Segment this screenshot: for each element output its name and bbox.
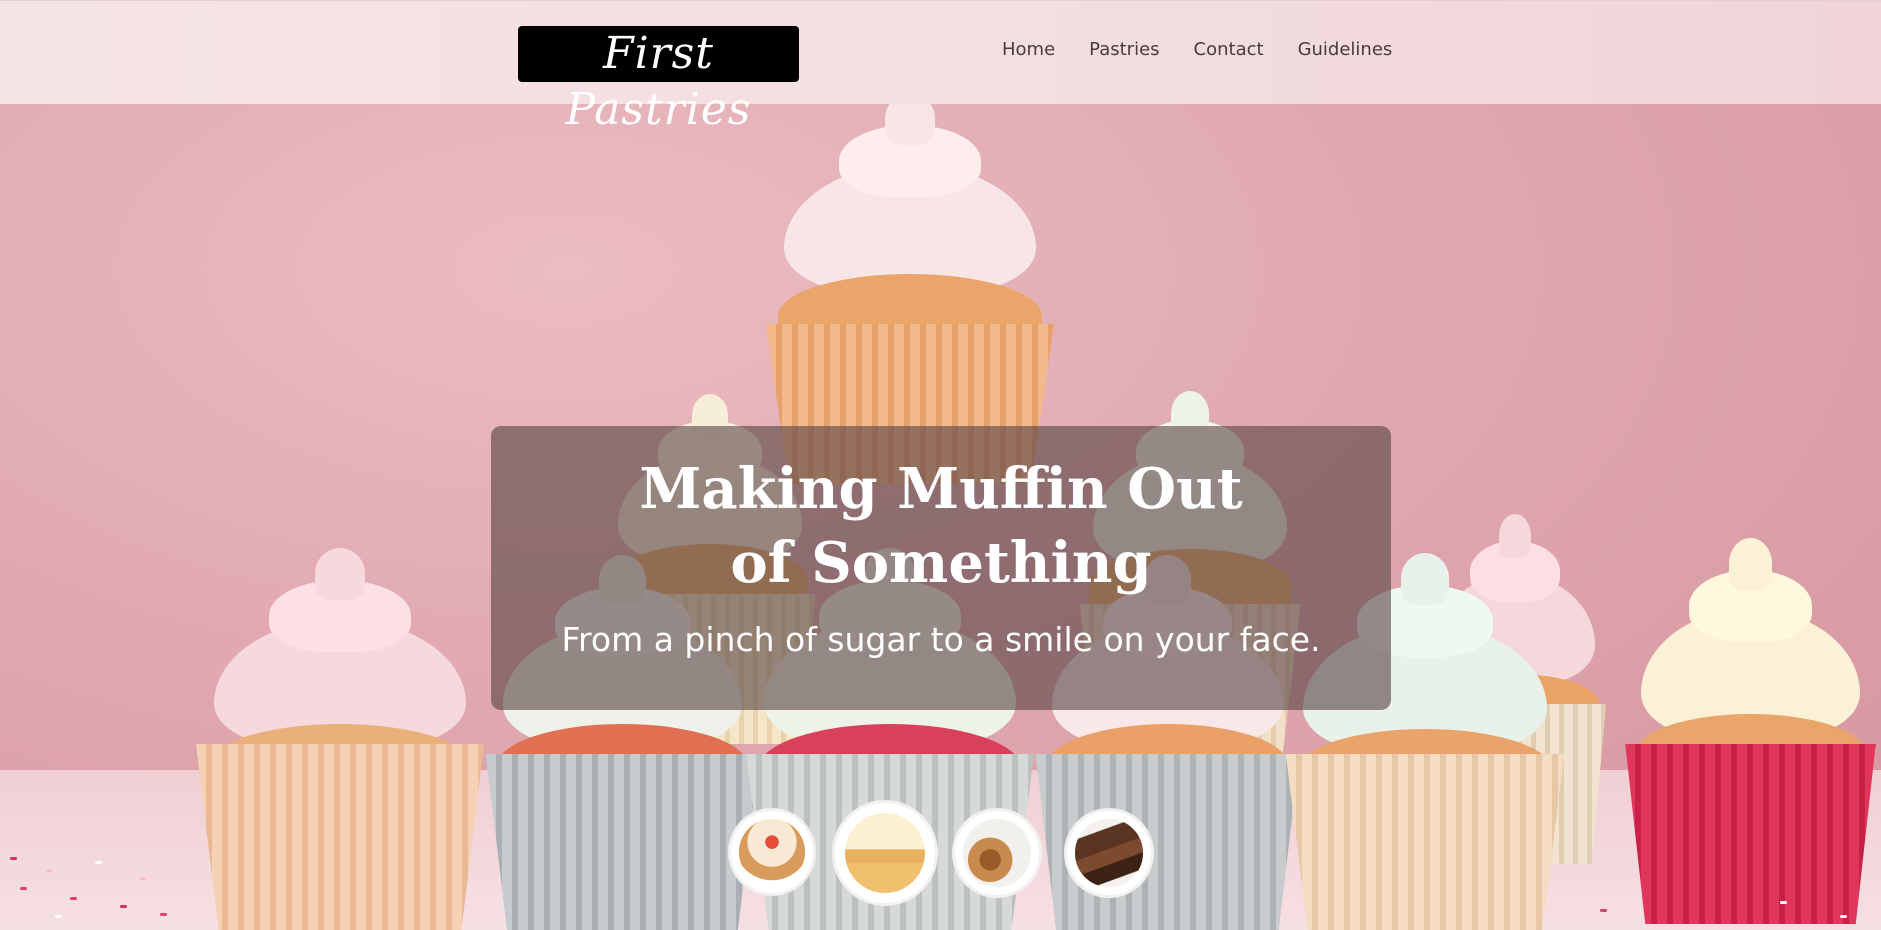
main-nav: Home Pastries Contact Guidelines — [1002, 39, 1392, 60]
nav-pastries-link[interactable]: Pastries — [1089, 39, 1159, 60]
hero-subtitle: From a pinch of sugar to a smile on your… — [561, 620, 1321, 659]
nav-guidelines-link[interactable]: Guidelines — [1298, 39, 1393, 60]
cake-thumbnail[interactable] — [728, 808, 816, 896]
nav-contact-link[interactable]: Contact — [1194, 39, 1264, 60]
brownies-thumbnail[interactable] — [1064, 808, 1154, 898]
pastry-thumbnails — [726, 800, 1166, 910]
cupcake-image — [190, 547, 490, 930]
hero-text-box: Making Muffin Out of Something From a pi… — [491, 426, 1391, 710]
hero-banner: Making Muffin Out of Something From a pi… — [0, 104, 1881, 930]
site-header: First Pastries Home Pastries Contact Gui… — [0, 0, 1881, 135]
cinnamon-rolls-thumbnail[interactable] — [952, 808, 1042, 898]
nav-home-link[interactable]: Home — [1002, 39, 1055, 60]
cupcake-thumbnail[interactable] — [832, 800, 938, 906]
hero-title: Making Muffin Out of Something — [639, 456, 1243, 596]
site-logo[interactable]: First Pastries — [518, 26, 799, 135]
cupcake-image — [1620, 537, 1881, 924]
